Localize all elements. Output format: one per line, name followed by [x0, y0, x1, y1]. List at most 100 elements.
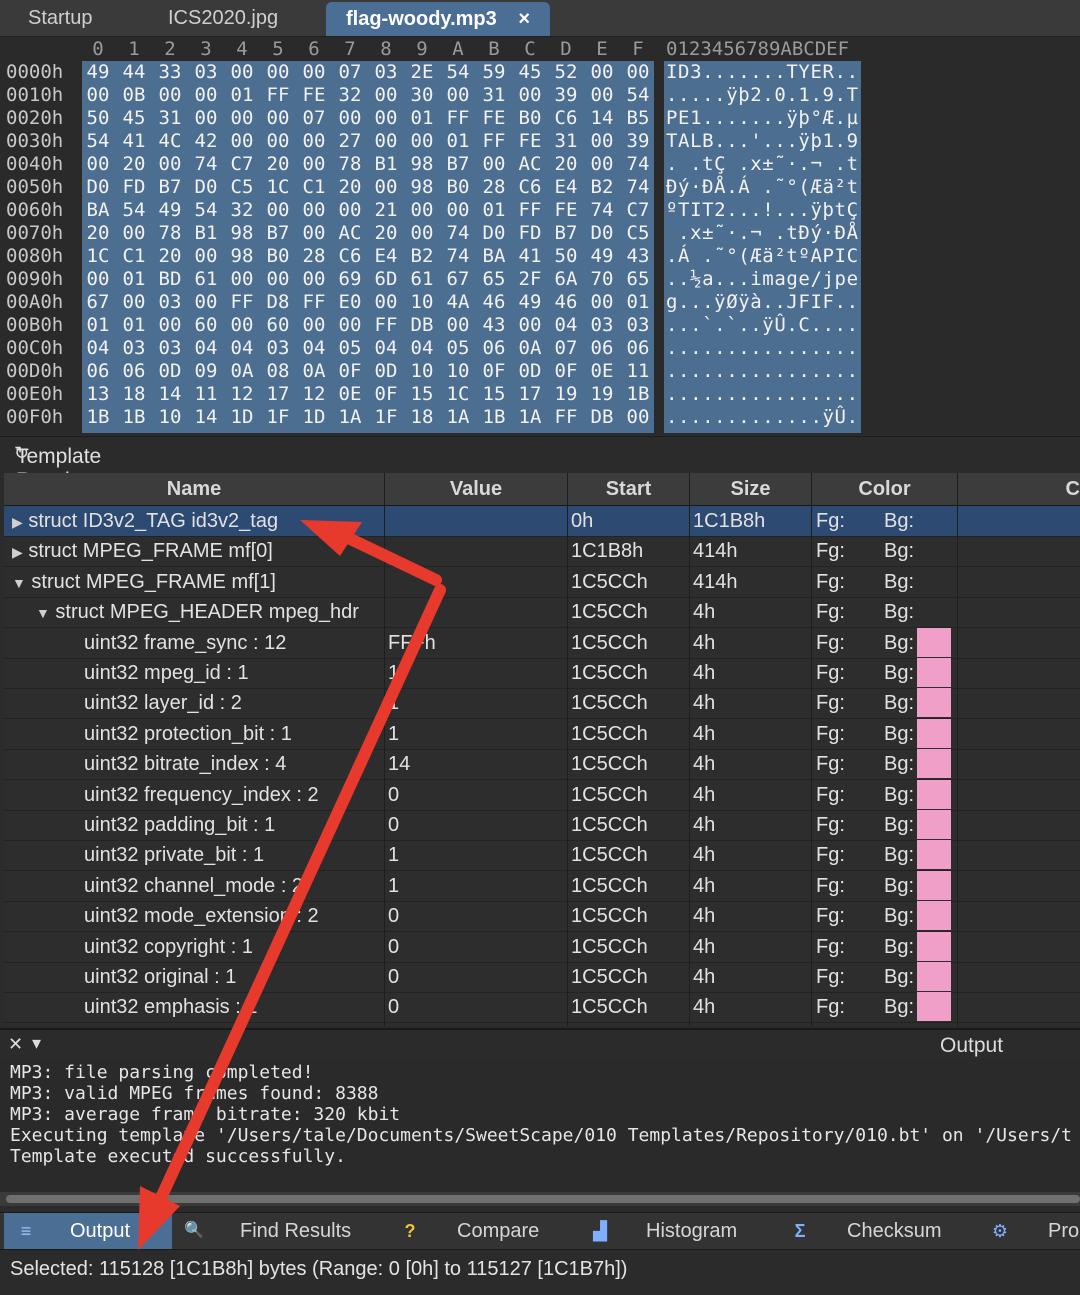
hex-byte[interactable]: 07 — [296, 107, 332, 130]
hex-byte[interactable]: D0 — [476, 222, 512, 245]
hex-byte[interactable]: 11 — [620, 360, 656, 383]
hex-byte[interactable]: 31 — [152, 107, 188, 130]
hex-byte[interactable]: 00 — [80, 268, 116, 291]
hex-row-ascii[interactable]: ................ — [666, 383, 859, 406]
hex-row-ascii[interactable]: ID3.......TYER.. — [666, 61, 859, 84]
hex-byte[interactable]: 54 — [440, 61, 476, 84]
hex-byte[interactable]: 33 — [152, 61, 188, 84]
bg-color-swatch[interactable] — [917, 658, 951, 687]
hex-byte[interactable]: 32 — [224, 199, 260, 222]
hex-byte[interactable]: 43 — [620, 245, 656, 268]
hex-byte[interactable]: 10 — [440, 360, 476, 383]
hex-byte[interactable]: 1A — [332, 406, 368, 429]
tab-find-results[interactable]: 🔍 Find Results — [180, 1213, 380, 1249]
hex-byte[interactable]: 12 — [224, 383, 260, 406]
bg-color-swatch[interactable] — [917, 962, 951, 991]
hex-byte[interactable]: 00 — [584, 61, 620, 84]
column-divider[interactable] — [384, 473, 385, 1026]
hex-byte[interactable]: 0A — [224, 360, 260, 383]
tab-compare[interactable]: ? Compare — [396, 1213, 556, 1249]
hex-byte[interactable]: B0 — [512, 107, 548, 130]
hex-byte[interactable]: 32 — [332, 84, 368, 107]
hex-byte[interactable]: 01 — [80, 314, 116, 337]
hex-byte[interactable]: 20 — [332, 176, 368, 199]
hex-byte[interactable]: 28 — [476, 176, 512, 199]
hex-byte[interactable]: 01 — [476, 199, 512, 222]
hex-byte[interactable]: 00 — [368, 176, 404, 199]
hex-byte[interactable]: 60 — [260, 314, 296, 337]
hex-byte[interactable]: E4 — [368, 245, 404, 268]
hex-byte[interactable]: 41 — [512, 245, 548, 268]
hex-byte[interactable]: 70 — [584, 268, 620, 291]
hex-row-ascii[interactable]: PE1.......ÿþ°Æ.µ — [666, 107, 859, 130]
hex-byte[interactable]: 15 — [404, 383, 440, 406]
table-row[interactable]: uint32 layer_id : 2 1 1C5CCh 4h Fg: Bg: — [4, 688, 1080, 720]
hex-byte[interactable]: 20 — [152, 245, 188, 268]
hex-byte[interactable]: 11 — [188, 383, 224, 406]
hex-byte[interactable]: 14 — [584, 107, 620, 130]
hex-byte[interactable]: 39 — [620, 130, 656, 153]
hex-byte[interactable]: 00 — [368, 107, 404, 130]
hex-byte[interactable]: C5 — [224, 176, 260, 199]
hex-byte[interactable]: FF — [260, 84, 296, 107]
hex-byte[interactable]: 1B — [80, 406, 116, 429]
hex-byte[interactable]: 00 — [512, 314, 548, 337]
hex-byte[interactable]: 1F — [368, 406, 404, 429]
hex-byte[interactable]: 1F — [260, 406, 296, 429]
hex-byte[interactable]: 78 — [152, 222, 188, 245]
hex-row-ascii[interactable]: .....ÿþ2.0.1.9.T — [666, 84, 859, 107]
hex-byte[interactable]: 00 — [116, 291, 152, 314]
hex-byte[interactable]: 04 — [80, 337, 116, 360]
hex-byte[interactable]: 00 — [296, 130, 332, 153]
hex-byte[interactable]: 60 — [188, 314, 224, 337]
hex-byte[interactable]: 39 — [548, 84, 584, 107]
hex-byte[interactable]: 65 — [620, 268, 656, 291]
table-row[interactable]: uint32 mode_extension : 2 0 1C5CCh 4h Fg: Bg: — [4, 901, 1080, 933]
hex-byte[interactable]: B7 — [152, 176, 188, 199]
table-row[interactable]: ▶ struct MPEG_FRAME mf[0] 1C1B8h 414h Fg: Bg… — [4, 536, 1080, 568]
hex-byte[interactable]: 54 — [620, 84, 656, 107]
hex-byte[interactable]: 04 — [296, 337, 332, 360]
hex-byte[interactable]: 44 — [116, 61, 152, 84]
hex-byte[interactable]: 1D — [224, 406, 260, 429]
table-row[interactable]: uint32 channel_mode : 2 1 1C5CCh 4h Fg: Bg: — [4, 870, 1080, 902]
hex-byte[interactable]: 06 — [116, 360, 152, 383]
bg-color-swatch[interactable] — [917, 779, 951, 809]
bg-color-swatch[interactable] — [917, 718, 951, 748]
hex-byte[interactable]: 00 — [440, 314, 476, 337]
hex-byte[interactable]: FE — [548, 199, 584, 222]
tab-histogram[interactable]: ▟ Histogram — [586, 1213, 776, 1249]
hex-byte[interactable]: 04 — [368, 337, 404, 360]
hex-byte[interactable]: 54 — [188, 199, 224, 222]
hex-byte[interactable]: 69 — [332, 268, 368, 291]
tab-flag-woody-mp3[interactable]: flag-woody.mp3 × — [326, 2, 550, 36]
hex-byte[interactable]: DB — [404, 314, 440, 337]
column-divider[interactable] — [811, 473, 812, 1026]
column-header-value[interactable]: Value — [385, 473, 568, 505]
expand-triangle-icon[interactable]: ▶ — [12, 544, 23, 560]
bg-color-swatch[interactable] — [917, 627, 951, 657]
hex-byte[interactable]: 00 — [332, 199, 368, 222]
hex-byte[interactable]: 06 — [620, 337, 656, 360]
hex-byte[interactable]: 41 — [116, 130, 152, 153]
output-close-icon[interactable]: ✕ — [8, 1034, 23, 1055]
hex-byte[interactable]: 49 — [584, 245, 620, 268]
hex-byte[interactable]: 45 — [512, 61, 548, 84]
hex-byte[interactable]: 03 — [116, 337, 152, 360]
hex-byte[interactable]: 00 — [296, 268, 332, 291]
hex-byte[interactable]: 06 — [584, 337, 620, 360]
table-row[interactable]: uint32 frame_sync : 12 FFFh 1C5CCh 4h Fg: Bg: — [4, 627, 1080, 659]
hex-byte[interactable]: 46 — [548, 291, 584, 314]
hex-byte[interactable]: 1B — [476, 406, 512, 429]
hex-byte[interactable]: FE — [476, 107, 512, 130]
hex-byte[interactable]: 0A — [296, 360, 332, 383]
hex-byte[interactable]: B7 — [260, 222, 296, 245]
hex-byte[interactable]: 31 — [476, 84, 512, 107]
hex-byte[interactable]: 20 — [80, 222, 116, 245]
tab-startup[interactable]: Startup — [28, 0, 92, 36]
scrollbar-thumb[interactable] — [6, 1195, 1080, 1203]
hex-byte[interactable]: 6A — [548, 268, 584, 291]
hex-byte[interactable]: 27 — [332, 130, 368, 153]
hex-byte[interactable]: AC — [332, 222, 368, 245]
hex-byte[interactable]: 00 — [224, 107, 260, 130]
